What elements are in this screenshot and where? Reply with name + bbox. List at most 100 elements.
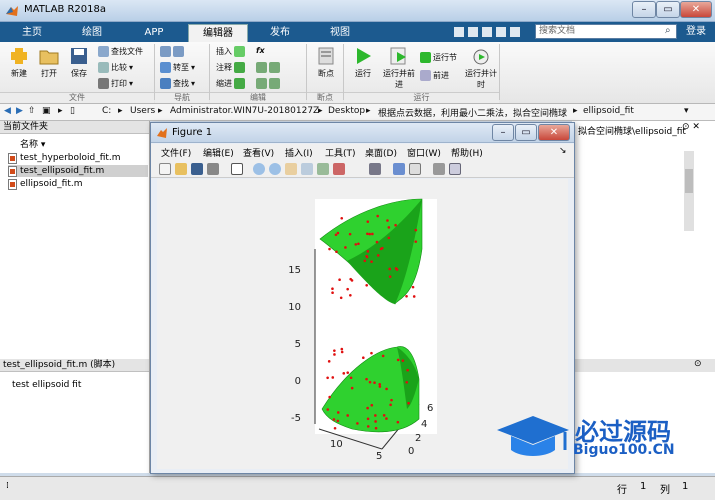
scrollbar-thumb[interactable] <box>685 169 693 193</box>
breakpoint-button[interactable]: 断点 <box>311 46 341 79</box>
new-figure-icon[interactable] <box>159 163 171 175</box>
breadcrumb-admin[interactable]: Administrator.WIN7U-20180127Z <box>170 106 319 116</box>
tab-home[interactable]: 主页 <box>6 24 58 42</box>
name-column-header[interactable]: 名称 ▾ <box>20 137 45 150</box>
breadcrumb-ellipsoid[interactable]: ellipsoid_fit <box>583 106 634 116</box>
file-item[interactable]: test_hyperboloid_fit.m <box>8 152 148 164</box>
forward-icon[interactable]: ▶ <box>16 106 23 116</box>
colorbar-icon[interactable] <box>393 163 405 175</box>
login-button[interactable]: 登录 <box>680 23 712 40</box>
matlab-logo-icon <box>157 128 167 138</box>
compare-button[interactable]: 比较 ▾ <box>98 62 133 73</box>
advance-button[interactable]: 前进 <box>420 70 449 81</box>
file-item-selected[interactable]: test_ellipsoid_fit.m <box>8 165 148 177</box>
edit-tools-row[interactable] <box>256 62 280 73</box>
back-forward-buttons[interactable] <box>160 46 184 57</box>
search-input[interactable]: 搜索文档 <box>535 24 677 39</box>
figure-minimize-button[interactable]: – <box>492 124 514 141</box>
run-button[interactable]: 运行 <box>349 46 377 79</box>
minimize-button[interactable]: – <box>632 1 656 18</box>
tab-plots[interactable]: 绘图 <box>64 24 120 42</box>
chevron-down-icon[interactable]: ▾ <box>684 106 689 116</box>
open-button[interactable]: 打开 <box>36 46 62 79</box>
data-cursor-icon[interactable] <box>317 163 329 175</box>
cloud-point <box>327 360 331 363</box>
quick-access-icons[interactable] <box>452 25 532 39</box>
figure-close-button[interactable]: ✕ <box>538 124 570 141</box>
indent-button[interactable]: 缩进 <box>216 78 245 89</box>
dock-icon[interactable]: ↘ <box>559 146 567 156</box>
advance-icon <box>420 70 431 81</box>
brush-icon[interactable] <box>333 163 345 175</box>
browse-folder-icon[interactable]: ▣ <box>42 106 51 116</box>
print-icon[interactable] <box>207 163 219 175</box>
menu-tools[interactable]: 工具(T) <box>325 146 356 159</box>
show-plot-tools-icon[interactable] <box>449 163 461 175</box>
tab-editor[interactable]: 编辑器 <box>188 24 248 42</box>
cloud-point <box>350 386 354 390</box>
menu-insert[interactable]: 插入(I) <box>285 146 313 159</box>
menu-edit[interactable]: 编辑(E) <box>203 146 234 159</box>
zoom-in-icon[interactable] <box>253 163 265 175</box>
breadcrumb-project[interactable]: 根据点云数据，利用最小二乘法，拟合空间椭球 <box>378 106 567 119</box>
cloud-point <box>380 246 384 250</box>
cloud-point <box>366 220 370 223</box>
cloud-point <box>374 426 378 430</box>
cloud-point <box>328 247 331 251</box>
print-button[interactable]: 打印 ▾ <box>98 78 133 89</box>
file-item[interactable]: ellipsoid_fit.m <box>8 178 148 190</box>
figure-maximize-button[interactable]: ▭ <box>515 124 537 141</box>
cloud-point <box>344 246 347 249</box>
details-content: test ellipsoid fit <box>12 380 82 390</box>
menu-help[interactable]: 帮助(H) <box>451 146 483 159</box>
cloud-point <box>401 359 405 362</box>
rotate-icon[interactable] <box>301 163 313 175</box>
insert-button[interactable]: 插入 <box>216 46 245 57</box>
panel-controls[interactable]: ⊙ ✕ <box>682 122 700 132</box>
title-bar: MATLAB R2018a – ▭ ✕ <box>0 0 715 22</box>
save-button[interactable]: 保存 <box>66 46 92 79</box>
comment-button[interactable]: 注释 <box>216 62 245 73</box>
edit-tools-row-2[interactable] <box>256 78 280 89</box>
breadcrumb-sep: ▸ <box>118 106 123 116</box>
breadcrumb-desktop[interactable]: Desktop <box>328 106 365 116</box>
tab-publish[interactable]: 发布 <box>252 24 308 42</box>
save-icon[interactable] <box>191 163 203 175</box>
tab-apps[interactable]: APP <box>126 24 182 42</box>
run-advance-button[interactable]: 运行并前进 <box>380 46 418 90</box>
zoom-out-icon[interactable] <box>269 163 281 175</box>
back-icon[interactable]: ◀ <box>4 106 11 116</box>
cloud-point <box>346 371 350 374</box>
hide-plot-tools-icon[interactable] <box>433 163 445 175</box>
find-files-button[interactable]: 查找文件 <box>98 46 143 57</box>
goto-button[interactable]: 转至 ▾ <box>160 62 195 73</box>
menu-view[interactable]: 查看(V) <box>243 146 274 159</box>
fx-button[interactable]: fx <box>256 46 265 55</box>
tab-view[interactable]: 视图 <box>312 24 368 42</box>
up-folder-icon[interactable]: ⇧ <box>28 106 36 116</box>
pointer-icon[interactable] <box>231 163 243 175</box>
new-button[interactable]: 新建 <box>6 46 32 79</box>
link-plot-icon[interactable] <box>369 163 381 175</box>
address-bar: ◀ ▶ ⇧ ▣ ▸ ▯ C: ▸ Users ▸ Administrator.W… <box>0 104 715 121</box>
legend-icon[interactable] <box>409 163 421 175</box>
close-button[interactable]: ✕ <box>680 1 712 18</box>
open-icon[interactable] <box>175 163 187 175</box>
figure-title-bar[interactable]: Figure 1 – ▭ ✕ <box>151 123 574 143</box>
run-section-button[interactable]: 运行节 <box>420 52 457 63</box>
maximize-button[interactable]: ▭ <box>656 1 680 18</box>
decrease-indent-icon <box>256 78 267 89</box>
menu-file[interactable]: 文件(F) <box>161 146 191 159</box>
scrollbar[interactable] <box>684 151 694 231</box>
y-tick-6: 6 <box>427 403 433 414</box>
find-button[interactable]: 查找 ▾ <box>160 78 195 89</box>
menu-desktop[interactable]: 桌面(D) <box>365 146 397 159</box>
cloud-point <box>385 387 388 391</box>
search-icon[interactable]: ⌕ <box>665 25 671 36</box>
chevron-up-icon[interactable]: ⊙ <box>694 359 702 369</box>
breadcrumb-c[interactable]: C: <box>102 106 111 116</box>
pan-icon[interactable] <box>285 163 297 175</box>
run-time-button[interactable]: 运行并计时 <box>465 46 497 90</box>
menu-window[interactable]: 窗口(W) <box>407 146 441 159</box>
breadcrumb-users[interactable]: Users <box>130 106 155 116</box>
